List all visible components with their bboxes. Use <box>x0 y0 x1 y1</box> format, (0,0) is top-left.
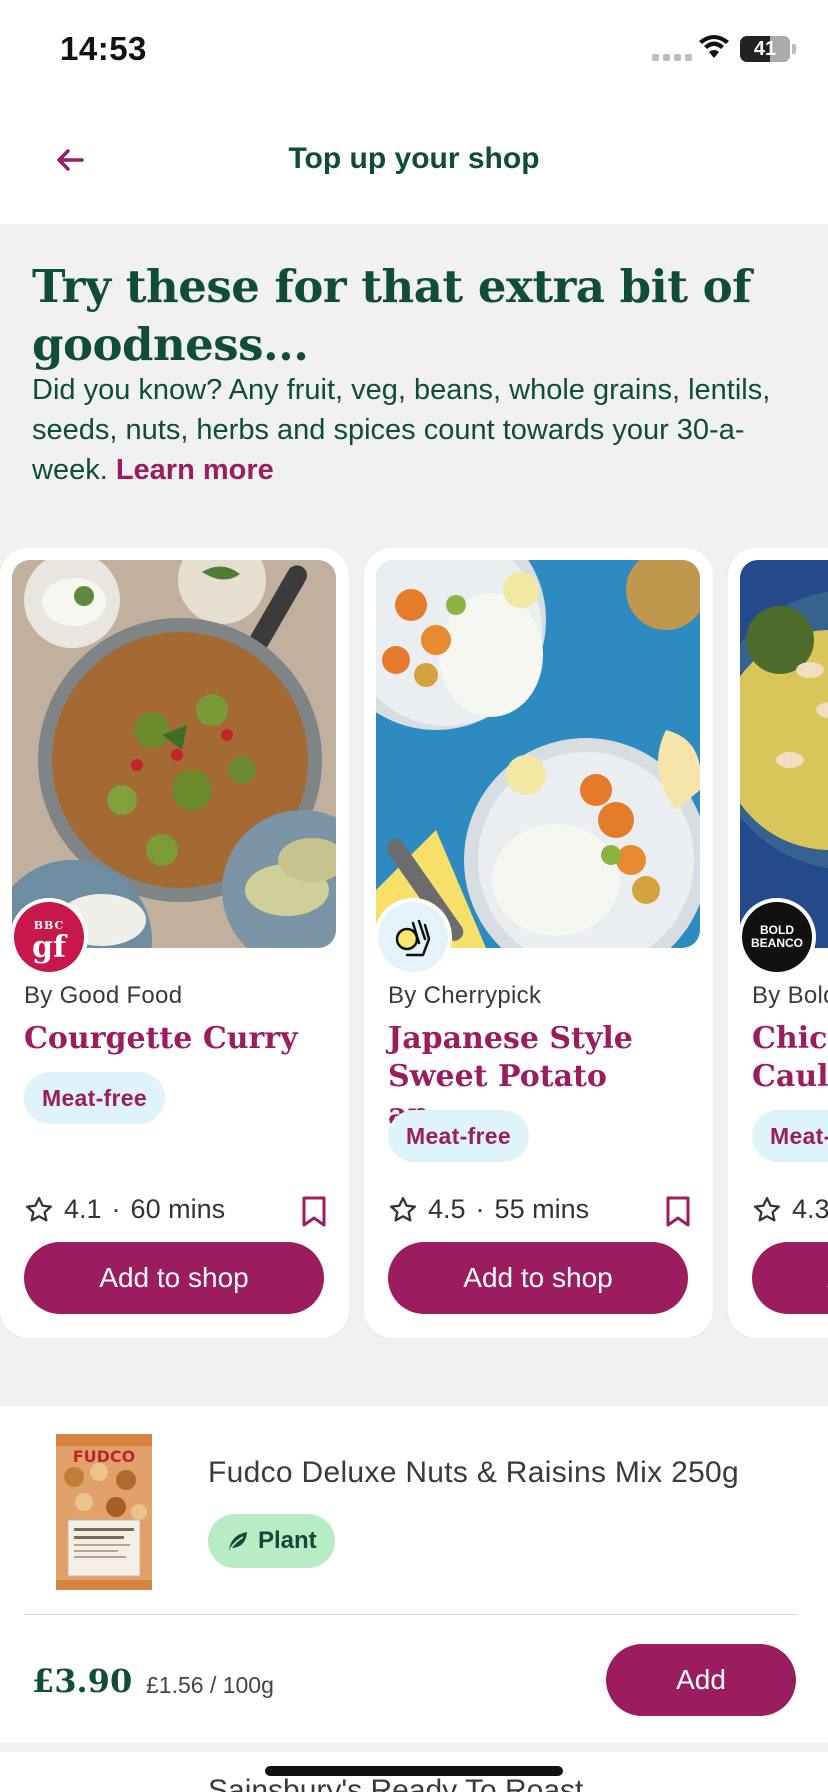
leaf-icon <box>229 1532 247 1550</box>
meta-separator: · <box>475 1194 485 1224</box>
bold-beans-logo: BOLD BEANCO <box>738 898 816 976</box>
product-price: £3.90 <box>32 1662 133 1700</box>
product-name[interactable]: Fudco Deluxe Nuts & Raisins Mix 250g <box>208 1456 739 1490</box>
section-description: Did you know? Any fruit, veg, beans, who… <box>32 370 802 490</box>
meta-separator: · <box>111 1194 121 1224</box>
logo-text: BOLD BEANCO <box>750 923 803 950</box>
learn-more-link[interactable]: Learn more <box>116 454 274 486</box>
recipe-card[interactable]: BOLD BEANCO By Bold Beans Chickpea & Cau… <box>728 548 828 1338</box>
recipe-rating: 4.5 <box>428 1194 466 1224</box>
recipe-time: 60 mins <box>130 1194 226 1224</box>
wifi-icon <box>698 34 730 65</box>
unit-price: £1.56 / 100g <box>146 1672 274 1698</box>
battery-icon: 41 <box>740 36 796 62</box>
recipe-meta: 4.3 <box>752 1194 828 1225</box>
star-icon <box>754 1196 780 1221</box>
star-icon <box>26 1196 52 1221</box>
divider <box>24 1614 798 1615</box>
home-indicator[interactable] <box>265 1766 563 1776</box>
status-time: 14:53 <box>60 30 147 67</box>
next-product-name: Sainsbury's Ready To Roast <box>208 1774 584 1792</box>
bookmark-icon <box>302 1196 326 1227</box>
add-to-shop-button[interactable]: Add to shop <box>388 1242 688 1314</box>
recipe-image <box>12 560 336 948</box>
add-to-shop-button[interactable]: Add to shop <box>24 1242 324 1314</box>
star-icon <box>390 1196 416 1221</box>
recipe-source: By Cherrypick <box>388 982 542 1009</box>
recipe-rating: 4.1 <box>64 1194 102 1224</box>
recipe-meta: 4.1 · 60 mins <box>24 1194 225 1225</box>
recipe-source: By Bold Beans <box>752 982 828 1009</box>
add-to-shop-button[interactable]: Add to shop <box>752 1242 828 1314</box>
recipe-time: 55 mins <box>494 1194 590 1224</box>
recipe-source: By Good Food <box>24 982 183 1009</box>
logo-text: gf <box>32 930 66 965</box>
ok-hand-icon <box>395 919 431 957</box>
svg-text:FUDCO: FUDCO <box>73 1447 136 1466</box>
recipe-carousel[interactable]: BBC gf By Good Food Courgette Curry Meat… <box>0 548 828 1338</box>
meat-free-tag: Meat-free <box>388 1110 529 1162</box>
meat-free-tag: Meat-free <box>752 1110 828 1162</box>
recipe-card[interactable]: By Cherrypick Japanese Style Sweet Potat… <box>364 548 713 1338</box>
product-row[interactable]: FUDCO Fudco Deluxe Nuts & Raisins Mix 25… <box>0 1406 828 1742</box>
recipe-title[interactable]: Courgette Curry <box>24 1020 324 1058</box>
battery-level: 41 <box>753 37 777 60</box>
recipe-card[interactable]: BBC gf By Good Food Courgette Curry Meat… <box>0 548 349 1338</box>
bookmark-icon <box>666 1196 690 1227</box>
recipe-image <box>740 560 828 948</box>
product-image: FUDCO <box>54 1432 154 1592</box>
recipe-meta: 4.5 · 55 mins <box>388 1194 589 1225</box>
cherrypick-logo <box>374 898 452 976</box>
section-heading: Try these for that extra bit of goodness… <box>32 260 752 371</box>
meat-free-tag: Meat-free <box>24 1072 165 1124</box>
plant-badge: Plant <box>208 1514 335 1568</box>
cellular-signal-icon <box>652 54 692 61</box>
page-title: Top up your shop <box>288 142 540 175</box>
add-button[interactable]: Add <box>606 1644 796 1716</box>
bookmark-button[interactable] <box>301 1196 327 1233</box>
recipe-rating: 4.3 <box>792 1194 828 1224</box>
recipe-image <box>376 560 700 948</box>
top-bar: Top up your shop <box>0 100 828 224</box>
badge-label: Plant <box>258 1527 317 1554</box>
good-food-logo: BBC gf <box>10 898 88 976</box>
bookmark-button[interactable] <box>665 1196 691 1233</box>
recipe-title[interactable]: Chickpea & Cauliflower <box>752 1020 828 1096</box>
status-bar: 14:53 41 <box>0 0 828 100</box>
